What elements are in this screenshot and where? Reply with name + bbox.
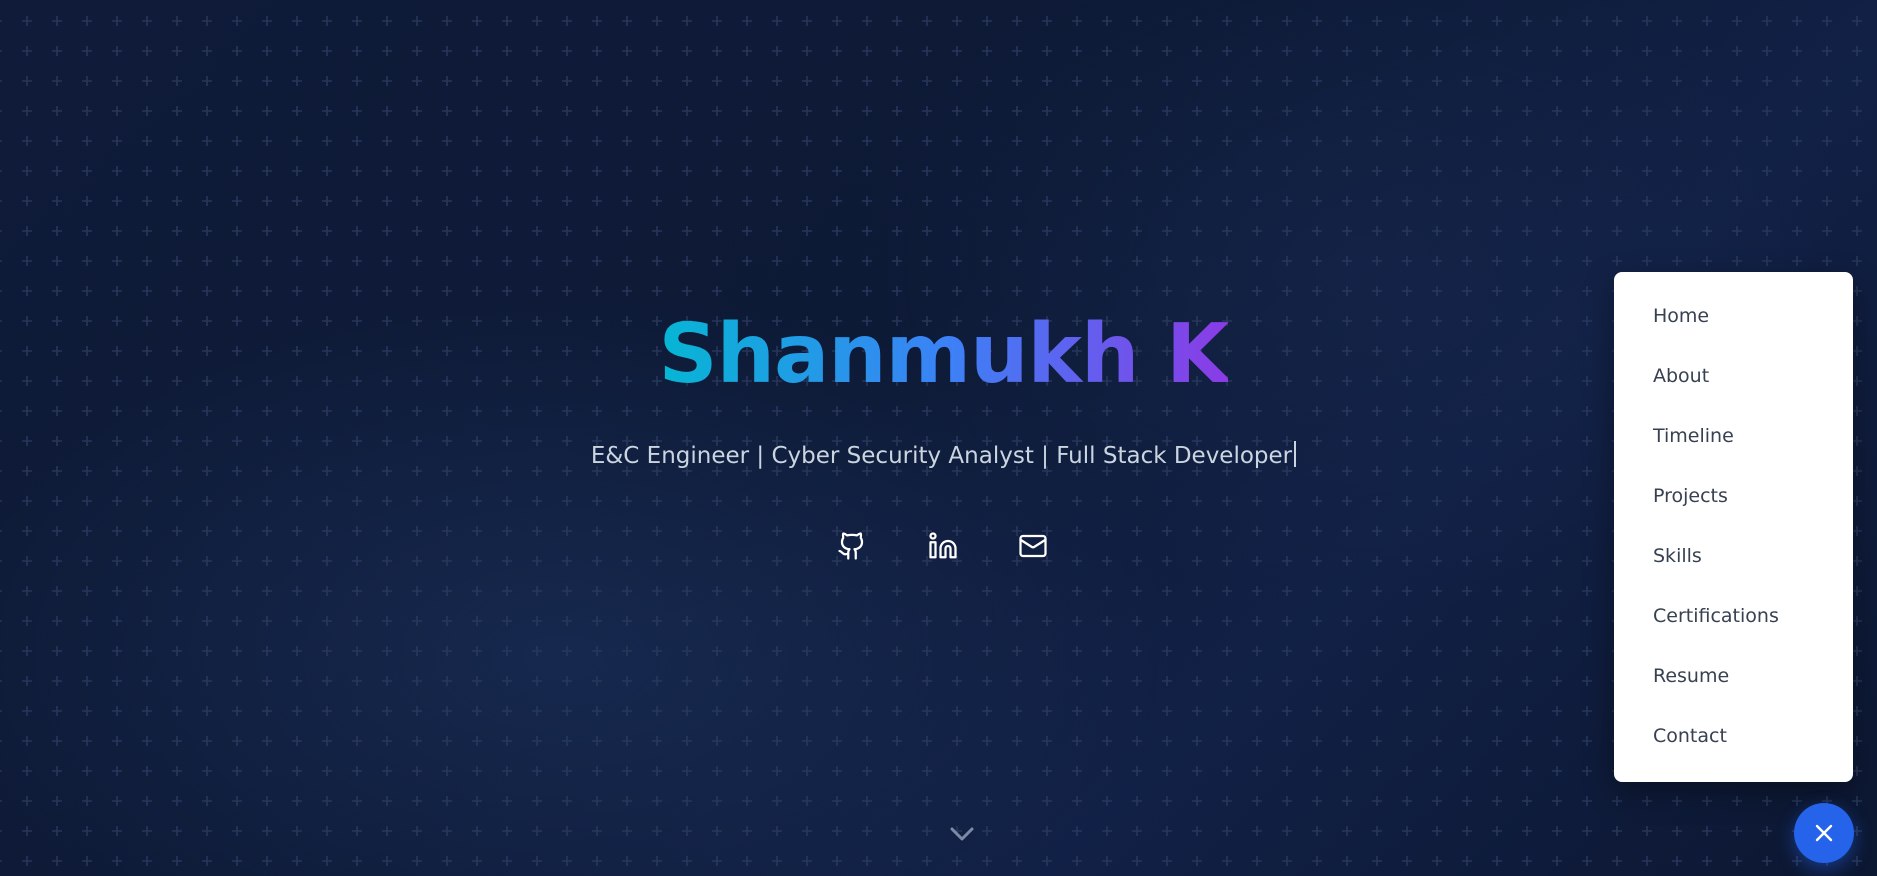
linkedin-icon	[929, 532, 957, 559]
github-icon	[838, 532, 864, 560]
menu-close-button[interactable]	[1794, 803, 1854, 863]
typing-cursor	[1294, 441, 1297, 467]
menu-item-timeline[interactable]: Timeline	[1614, 406, 1853, 466]
scroll-down-button[interactable]	[947, 822, 977, 846]
menu-item-about[interactable]: About	[1614, 346, 1853, 406]
social-links	[828, 526, 1058, 566]
menu-item-projects[interactable]: Projects	[1614, 466, 1853, 526]
hero-tagline: E&C Engineer | Cyber Security Analyst | …	[590, 443, 1293, 469]
menu-item-resume[interactable]: Resume	[1614, 646, 1853, 706]
mail-icon	[1019, 534, 1047, 558]
linkedin-link[interactable]	[923, 526, 963, 566]
menu-item-home[interactable]: Home	[1614, 286, 1853, 346]
github-link[interactable]	[832, 526, 872, 566]
menu-item-contact[interactable]: Contact	[1614, 706, 1853, 766]
menu-item-skills[interactable]: Skills	[1614, 526, 1853, 586]
hero-section: Shanmukh K E&C Engineer | Cyber Security…	[0, 0, 1877, 876]
hero-name: Shanmukh K	[658, 307, 1230, 402]
close-icon	[1815, 824, 1833, 842]
hero-tagline-row: E&C Engineer | Cyber Security Analyst | …	[0, 440, 1877, 472]
chevron-down-icon	[950, 827, 974, 841]
email-link[interactable]	[1013, 526, 1053, 566]
navigation-menu: Home About Timeline Projects Skills Cert…	[1614, 272, 1853, 782]
menu-item-certifications[interactable]: Certifications	[1614, 586, 1853, 646]
